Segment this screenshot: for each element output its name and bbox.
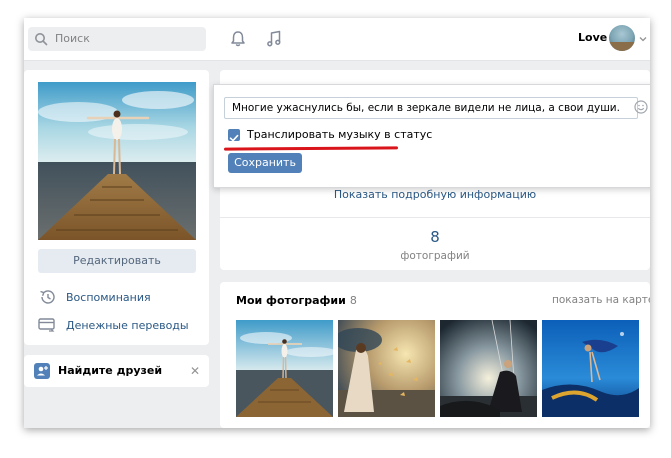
status-input-value: Многие ужаснулись бы, если в зеркале вид…	[232, 102, 620, 114]
emoji-icon[interactable]	[634, 100, 648, 114]
search-icon	[35, 33, 48, 46]
my-photos-title[interactable]: Мои фотографии 8	[236, 294, 357, 307]
memories-label: Воспоминания	[66, 291, 151, 304]
checkmark-icon	[229, 134, 239, 142]
chevron-down-icon[interactable]	[639, 35, 647, 43]
history-icon	[40, 290, 55, 304]
find-friends-card[interactable]: Найдите друзей ✕	[24, 355, 209, 387]
edit-profile-button[interactable]: Редактировать	[38, 249, 196, 273]
status-editor-popup: Многие ужаснулись бы, если в зеркале вид…	[213, 84, 650, 188]
show-on-map-link[interactable]: показать на карте	[552, 294, 650, 306]
status-input[interactable]: Многие ужаснулись бы, если в зеркале вид…	[224, 97, 638, 119]
save-button[interactable]: Сохранить	[228, 153, 302, 173]
profile-photo-image	[38, 82, 196, 240]
bell-icon[interactable]	[228, 29, 248, 49]
photo-thumbnail[interactable]	[440, 320, 537, 417]
avatar[interactable]	[609, 25, 635, 51]
money-transfer-icon	[38, 318, 55, 332]
user-name[interactable]: Love	[578, 31, 607, 44]
photos-counter-value[interactable]: 8	[220, 228, 650, 246]
profile-card: Редактировать Воспоминания Денежные пере…	[24, 70, 209, 345]
photos-counter-label[interactable]: фотографий	[220, 250, 650, 262]
profile-photo[interactable]	[38, 82, 196, 240]
my-photos-title-text: Мои фотографии	[236, 294, 346, 307]
avatar-ground	[609, 42, 635, 51]
highlight-underline	[223, 146, 399, 151]
search-input[interactable]: Поиск	[28, 27, 206, 51]
find-friends-label: Найдите друзей	[58, 364, 163, 377]
search-placeholder: Поиск	[55, 32, 90, 45]
add-friend-icon	[34, 363, 50, 379]
my-photos-card: Мои фотографии 8 показать на карте	[220, 282, 650, 428]
money-transfers-label: Денежные переводы	[66, 319, 189, 332]
close-icon[interactable]: ✕	[190, 364, 200, 378]
music-icon[interactable]	[264, 29, 284, 49]
top-bar: Поиск Love	[24, 18, 650, 61]
broadcast-music-checkbox[interactable]	[228, 129, 240, 142]
app-window: Поиск Love Редактировать Воспоминания Де…	[24, 18, 650, 428]
photo-thumbnail[interactable]	[542, 320, 639, 417]
my-photos-count: 8	[349, 294, 357, 307]
divider	[220, 217, 650, 218]
photo-thumbnail[interactable]	[236, 320, 333, 417]
show-details-link[interactable]: Показать подробную информацию	[220, 188, 650, 201]
photo-thumbnail[interactable]	[338, 320, 435, 417]
broadcast-music-label[interactable]: Транслировать музыку в статус	[247, 128, 432, 141]
